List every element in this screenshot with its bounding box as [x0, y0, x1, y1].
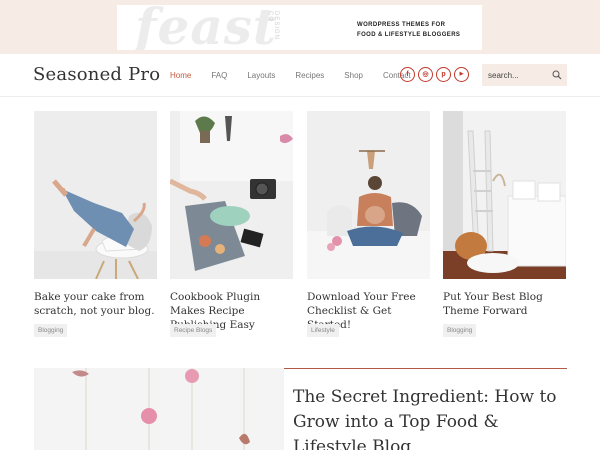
featured-post-title[interactable]: The Secret Ingredient: How to Grow into …	[293, 385, 568, 450]
search-icon[interactable]	[552, 70, 562, 80]
post-title[interactable]: Put Your Best Blog Theme Forward	[443, 290, 566, 318]
search-box	[482, 64, 567, 86]
post-card: Bake your cake from scratch, not your bl…	[34, 111, 157, 337]
featured-post-image[interactable]	[34, 368, 284, 450]
post-image[interactable]	[307, 111, 430, 279]
nav-item-faq[interactable]: FAQ	[211, 71, 227, 80]
pinterest-icon[interactable]: p	[436, 67, 451, 82]
facebook-icon[interactable]: f	[400, 67, 415, 82]
post-title[interactable]: Download Your Free Checklist & Get Start…	[307, 290, 430, 331]
banner-vertical-text: DESIGN CO	[267, 11, 279, 41]
post-category-tag[interactable]: Recipe Blogs	[170, 324, 217, 337]
post-image[interactable]	[170, 111, 293, 279]
nav-item-home[interactable]: Home	[170, 71, 191, 80]
top-banner-strip: feast DESIGN CO WORDPRESS THEMES FOR FOO…	[0, 0, 600, 54]
banner-logo: feast	[135, 5, 277, 50]
post-card: Cookbook Plugin Makes Recipe Publishing …	[170, 111, 293, 337]
nav-item-shop[interactable]: Shop	[344, 71, 363, 80]
post-card: Download Your Free Checklist & Get Start…	[307, 111, 430, 337]
banner-tagline-line1: WORDPRESS THEMES FOR	[357, 22, 446, 28]
site-header: Seasoned Pro Home FAQ Layouts Recipes Sh…	[0, 54, 600, 97]
search-input[interactable]	[488, 69, 548, 81]
post-image[interactable]	[34, 111, 157, 279]
post-title[interactable]: Cookbook Plugin Makes Recipe Publishing …	[170, 290, 293, 331]
post-category-tag[interactable]: Blogging	[443, 324, 477, 337]
instagram-icon[interactable]: ◎	[418, 67, 433, 82]
youtube-icon[interactable]: ▶	[454, 67, 469, 82]
banner-tagline-line2: FOOD & LIFESTYLE BLOGGERS	[357, 32, 461, 38]
nav-item-layouts[interactable]: Layouts	[247, 71, 275, 80]
feast-ad-banner[interactable]: feast DESIGN CO WORDPRESS THEMES FOR FOO…	[117, 5, 482, 50]
post-image[interactable]	[443, 111, 566, 279]
post-category-tag[interactable]: Lifestyle	[307, 324, 339, 337]
site-title[interactable]: Seasoned Pro	[33, 64, 160, 85]
banner-tagline: WORDPRESS THEMES FOR FOOD & LIFESTYLE BL…	[357, 20, 460, 40]
post-category-tag[interactable]: Blogging	[34, 324, 68, 337]
main-nav: Home FAQ Layouts Recipes Shop Contact	[170, 71, 431, 80]
featured-divider	[284, 368, 567, 369]
social-links: f ◎ p ▶	[400, 67, 469, 82]
post-title[interactable]: Bake your cake from scratch, not your bl…	[34, 290, 157, 318]
post-card: Put Your Best Blog Theme Forward Bloggin…	[443, 111, 566, 337]
nav-item-recipes[interactable]: Recipes	[295, 71, 324, 80]
